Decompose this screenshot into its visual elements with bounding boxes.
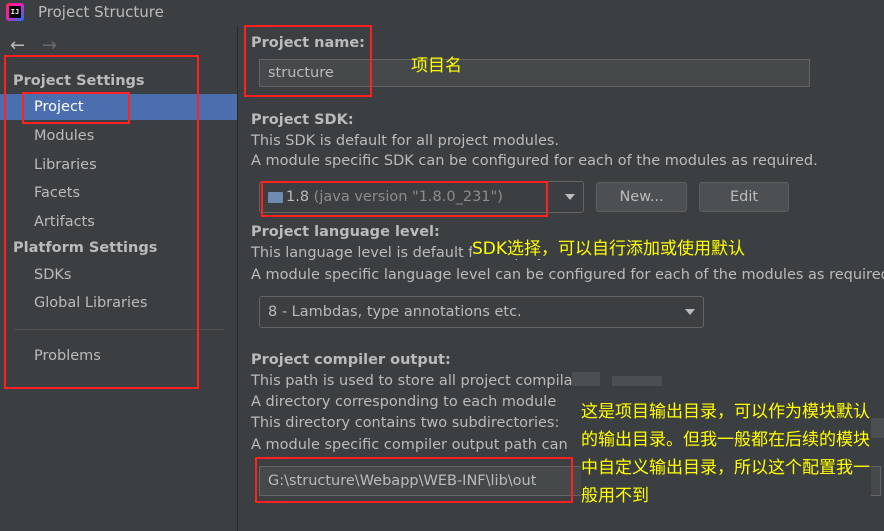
panel-divider[interactable] bbox=[237, 26, 238, 531]
project-sdk-label: Project SDK: bbox=[251, 112, 354, 128]
language-level-label: Project language level: bbox=[251, 224, 440, 240]
annotation-box-project-name bbox=[244, 25, 372, 97]
sdk-description-2: A module specific SDK can be configured … bbox=[251, 153, 818, 169]
compiler-description-4: A module specific compiler output path c… bbox=[251, 437, 568, 453]
chevron-down-icon bbox=[565, 194, 575, 200]
language-level-select[interactable]: 8 - Lambdas, type annotations etc. bbox=[259, 296, 704, 328]
back-arrow-icon[interactable]: ← bbox=[10, 37, 25, 55]
forward-arrow-icon[interactable]: → bbox=[42, 37, 57, 55]
annotation-box-sdk bbox=[261, 181, 548, 217]
language-description-2: A module specific language level can be … bbox=[251, 267, 884, 283]
watermark-blur bbox=[612, 376, 662, 386]
compiler-description-1: This path is used to store all project c… bbox=[251, 373, 573, 389]
window-title: Project Structure bbox=[38, 3, 164, 21]
edit-sdk-button[interactable]: Edit bbox=[699, 182, 789, 212]
sdk-description-1: This SDK is default for all project modu… bbox=[251, 133, 560, 149]
intellij-app-icon: IJ bbox=[6, 3, 24, 21]
annotation-note-sdk: SDK选择，可以自行添加或使用默认 bbox=[472, 234, 746, 259]
chevron-down-icon bbox=[685, 309, 695, 315]
annotation-box-compiler-output bbox=[255, 457, 573, 503]
annotation-note-project-name: 项目名 bbox=[411, 56, 462, 76]
compiler-description-2: A directory corresponding to each module bbox=[251, 394, 557, 410]
title-bar: IJ Project Structure bbox=[0, 0, 884, 26]
annotation-box-project bbox=[22, 92, 130, 124]
compiler-description-3: This directory contains two subdirectori… bbox=[251, 415, 560, 431]
compiler-output-label: Project compiler output: bbox=[251, 352, 451, 368]
new-sdk-button[interactable]: New... bbox=[596, 182, 687, 212]
watermark-blur bbox=[572, 372, 600, 386]
language-level-value: 8 - Lambdas, type annotations etc. bbox=[268, 304, 522, 320]
annotation-note-compiler-output: 这是项目输出目录，可以作为模块默认的输出目录。但我一般都在后续的模块中自定义输出… bbox=[581, 398, 871, 510]
